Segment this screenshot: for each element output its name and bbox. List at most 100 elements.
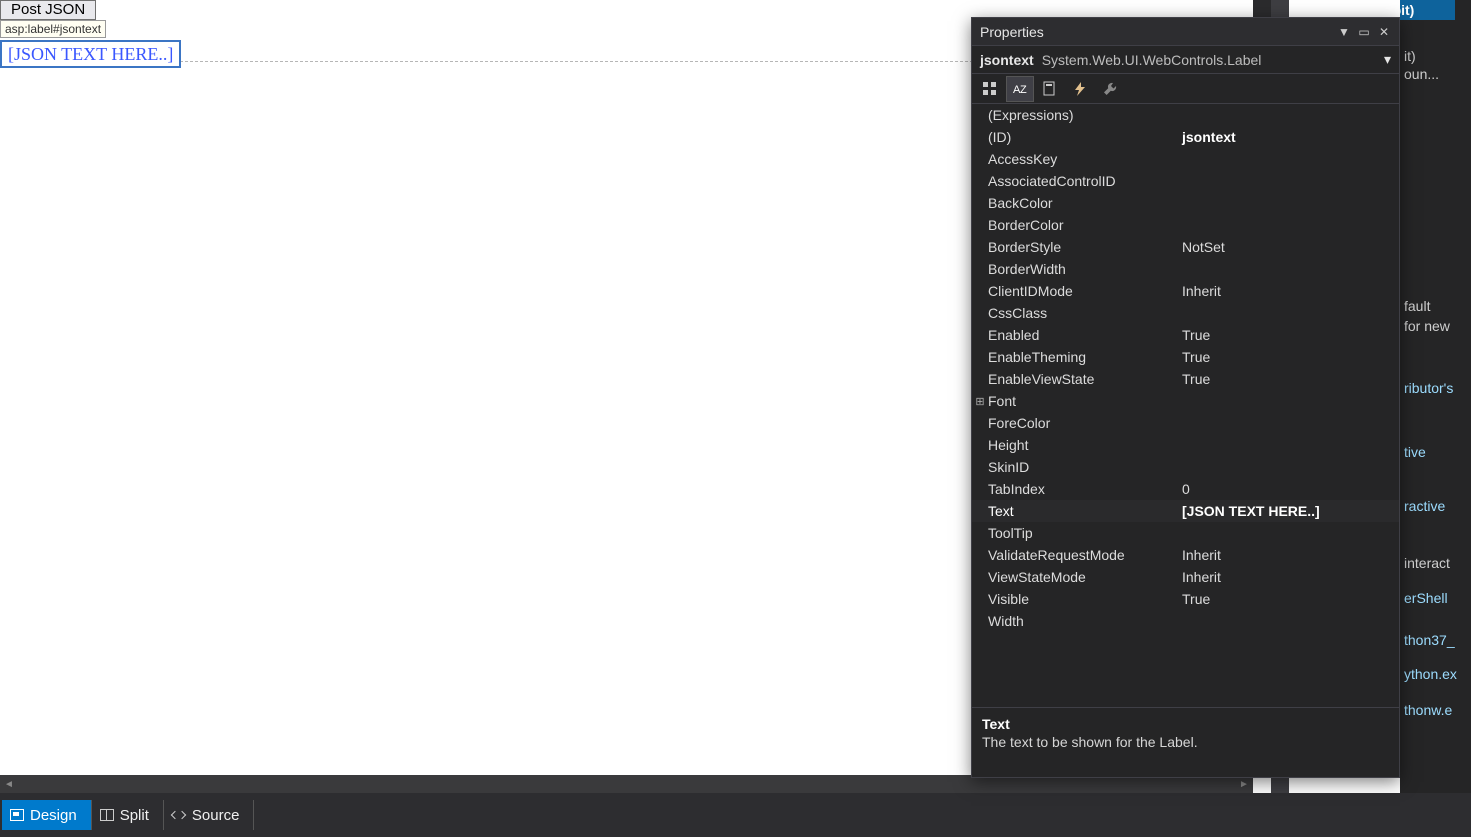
property-name: BorderWidth (988, 261, 1176, 277)
jsontext-label[interactable]: [JSON TEXT HERE..] (0, 40, 181, 68)
property-row[interactable]: ValidateRequestModeInherit (972, 544, 1399, 566)
property-row[interactable]: EnabledTrue (972, 324, 1399, 346)
property-row[interactable]: BorderStyleNotSet (972, 236, 1399, 258)
background-text-fragment: for new (1404, 318, 1450, 334)
properties-titlebar[interactable]: Properties ▼ ▭ ✕ (972, 18, 1399, 46)
description-property-name: Text (982, 716, 1389, 732)
property-row[interactable]: ⊞Font (972, 390, 1399, 412)
property-name: AccessKey (988, 151, 1176, 167)
description-text: The text to be shown for the Label. (982, 734, 1389, 750)
property-name: SkinID (988, 459, 1176, 475)
scroll-left-icon[interactable]: ◄ (0, 775, 18, 793)
tab-split[interactable]: Split (92, 800, 164, 830)
background-text-fragment: thonw.e (1404, 702, 1452, 718)
background-text-fragment: tive (1404, 444, 1426, 460)
property-name: Height (988, 437, 1176, 453)
expand-icon[interactable]: ⊞ (972, 395, 988, 408)
design-icon (10, 809, 24, 821)
wrench-icon[interactable] (1096, 76, 1124, 102)
property-row[interactable]: BorderColor (972, 214, 1399, 236)
property-name: BorderColor (988, 217, 1176, 233)
property-row[interactable]: Height (972, 434, 1399, 456)
property-row[interactable]: ForeColor (972, 412, 1399, 434)
background-text-fragment: interact (1404, 555, 1450, 571)
chevron-down-icon[interactable]: ▾ (1384, 51, 1391, 68)
property-row[interactable]: EnableViewStateTrue (972, 368, 1399, 390)
property-value[interactable]: [JSON TEXT HERE..] (1176, 503, 1399, 519)
selected-control-name: jsontext (980, 52, 1034, 68)
property-value[interactable]: True (1176, 349, 1399, 365)
tab-source-label: Source (192, 807, 240, 824)
property-row[interactable]: (ID)jsontext (972, 126, 1399, 148)
events-icon[interactable] (1066, 76, 1094, 102)
property-row[interactable]: SkinID (972, 456, 1399, 478)
property-value[interactable]: Inherit (1176, 547, 1399, 563)
property-row[interactable]: ToolTip (972, 522, 1399, 544)
split-icon (100, 809, 114, 821)
tab-split-label: Split (120, 807, 149, 824)
properties-title-text: Properties (980, 24, 1044, 40)
property-name: EnableViewState (988, 371, 1176, 387)
property-row[interactable]: Width (972, 610, 1399, 632)
categorized-icon[interactable] (976, 76, 1004, 102)
property-row[interactable]: BackColor (972, 192, 1399, 214)
property-value[interactable]: 0 (1176, 481, 1399, 497)
property-name: BorderStyle (988, 239, 1176, 255)
property-name: EnableTheming (988, 349, 1176, 365)
property-name: BackColor (988, 195, 1176, 211)
window-options-icon[interactable]: ▼ (1335, 23, 1353, 41)
property-value[interactable]: Inherit (1176, 569, 1399, 585)
property-row[interactable]: VisibleTrue (972, 588, 1399, 610)
view-tabs: Design Split Source (0, 793, 1471, 837)
property-value[interactable]: True (1176, 327, 1399, 343)
property-name: ViewStateMode (988, 569, 1176, 585)
property-value[interactable]: NotSet (1176, 239, 1399, 255)
properties-toolbar: AZ (972, 74, 1399, 104)
property-name: Font (988, 393, 1176, 409)
background-text-fragment: oun... (1404, 66, 1439, 82)
property-row[interactable]: TabIndex0 (972, 478, 1399, 500)
properties-object-selector[interactable]: jsontext System.Web.UI.WebControls.Label… (972, 46, 1399, 74)
svg-text:Z: Z (1020, 84, 1027, 96)
selected-control-type: System.Web.UI.WebControls.Label (1042, 52, 1262, 68)
tab-source[interactable]: Source (164, 800, 255, 830)
property-name: Text (988, 503, 1176, 519)
property-value[interactable]: Inherit (1176, 283, 1399, 299)
property-row[interactable]: Text[JSON TEXT HERE..] (972, 500, 1399, 522)
property-pages-icon[interactable] (1036, 76, 1064, 102)
property-name: (ID) (988, 129, 1176, 145)
close-icon[interactable]: ✕ (1375, 23, 1393, 41)
background-text-fragment: erShell (1404, 590, 1448, 606)
property-name: ToolTip (988, 525, 1176, 541)
background-text-fragment: it) (1404, 48, 1416, 64)
tab-design[interactable]: Design (2, 800, 92, 830)
tab-design-label: Design (30, 807, 77, 824)
property-name: ClientIDMode (988, 283, 1176, 299)
property-row[interactable]: AccessKey (972, 148, 1399, 170)
property-row[interactable]: ViewStateModeInherit (972, 566, 1399, 588)
control-tag-chip[interactable]: asp:label#jsontext (0, 20, 106, 38)
property-name: TabIndex (988, 481, 1176, 497)
property-row[interactable]: CssClass (972, 302, 1399, 324)
property-value[interactable]: jsontext (1176, 129, 1399, 145)
maximize-icon[interactable]: ▭ (1355, 23, 1373, 41)
python-env-badge[interactable]: Python 3.7 (64-bit) (1400, 0, 1455, 20)
property-name: CssClass (988, 305, 1176, 321)
property-row[interactable]: ClientIDModeInherit (972, 280, 1399, 302)
property-row[interactable]: BorderWidth (972, 258, 1399, 280)
post-json-button[interactable]: Post JSON (0, 0, 96, 20)
property-row[interactable]: AssociatedControlID (972, 170, 1399, 192)
property-row[interactable]: (Expressions) (972, 104, 1399, 126)
background-text-fragment: thon37_ (1404, 632, 1455, 648)
background-text-fragment: ython.ex (1404, 666, 1457, 682)
properties-panel: Properties ▼ ▭ ✕ jsontext System.Web.UI.… (971, 17, 1400, 778)
property-row[interactable]: EnableThemingTrue (972, 346, 1399, 368)
property-value[interactable]: True (1176, 371, 1399, 387)
background-panel: Python 3.7 (64-bit) it)oun...faultfor ne… (1400, 0, 1471, 793)
background-text-fragment: ributor's (1404, 380, 1453, 396)
property-value[interactable]: True (1176, 591, 1399, 607)
source-icon (172, 809, 186, 821)
property-name: Visible (988, 591, 1176, 607)
properties-grid[interactable]: (Expressions)(ID)jsontextAccessKeyAssoci… (972, 104, 1399, 707)
alphabetical-icon[interactable]: AZ (1006, 76, 1034, 102)
